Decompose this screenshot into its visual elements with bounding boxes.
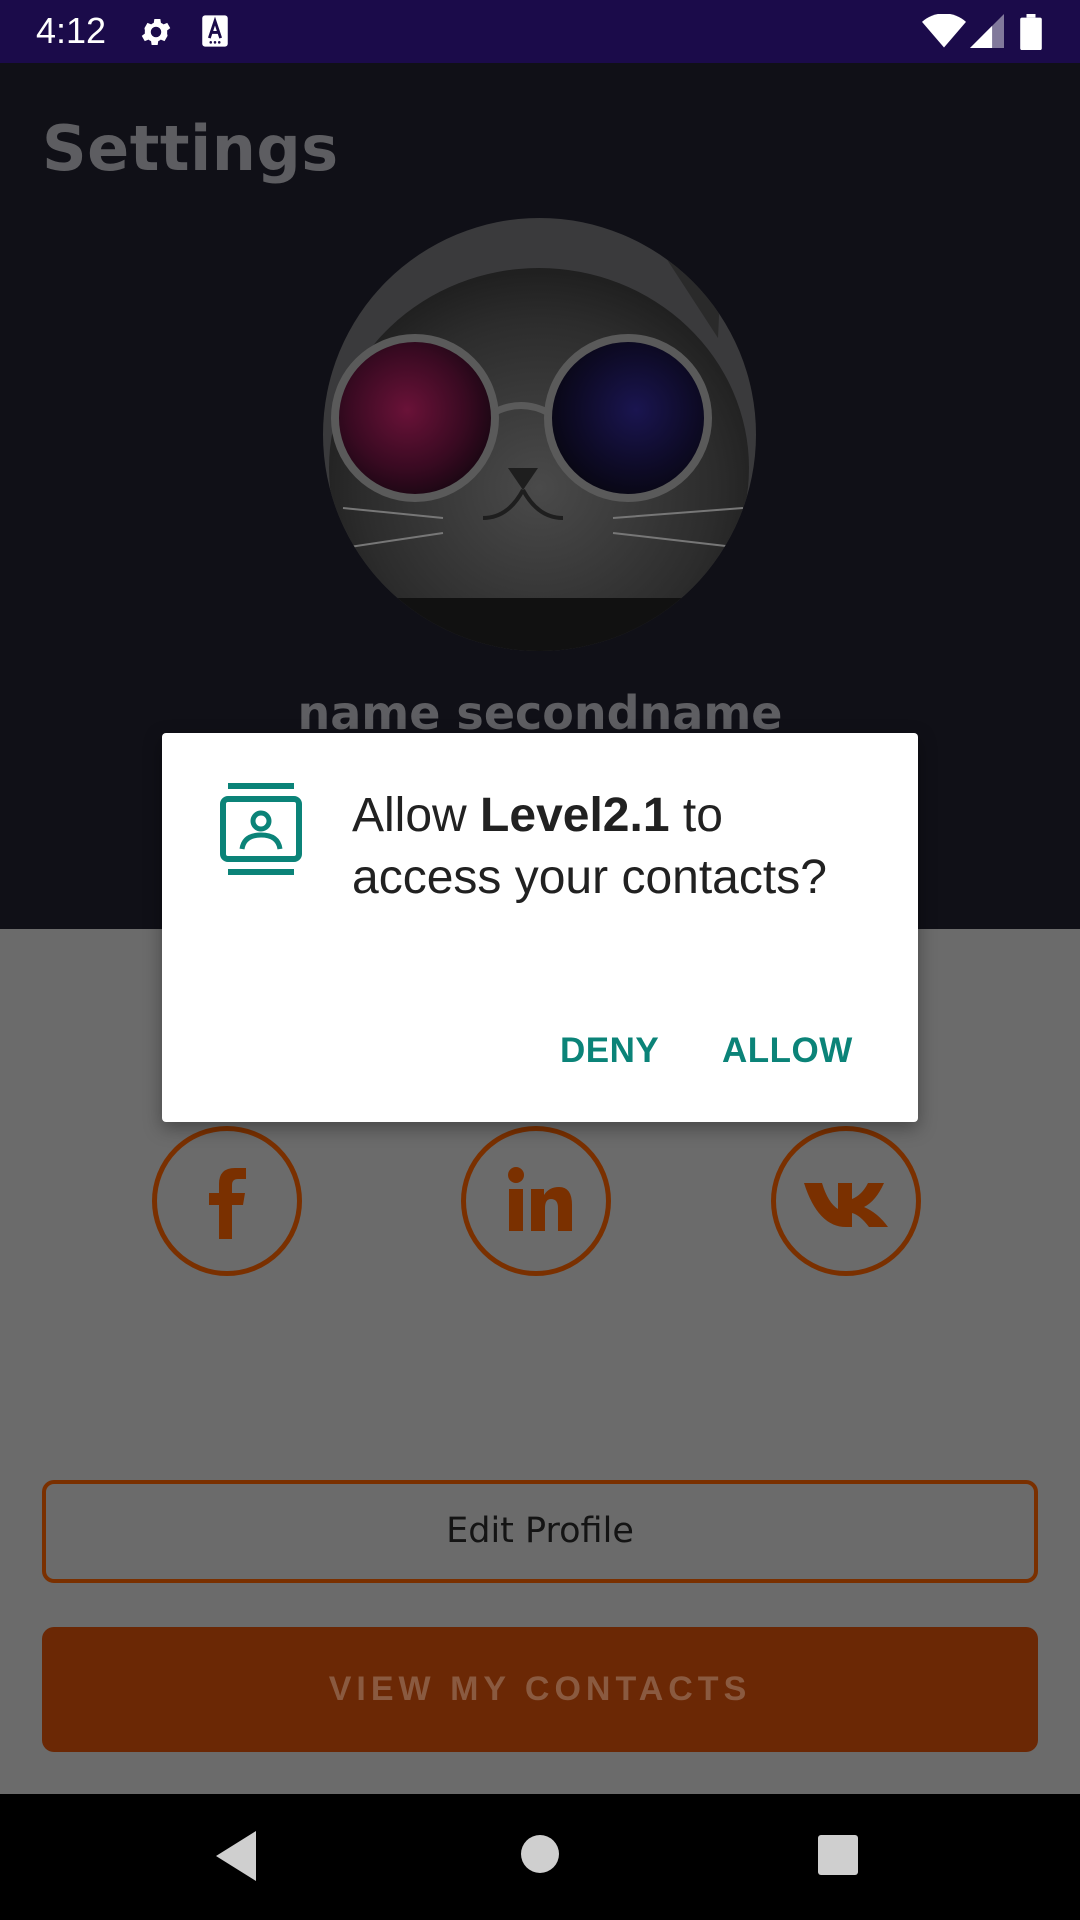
battery-icon: [1020, 14, 1044, 51]
back-icon[interactable]: [212, 1827, 258, 1890]
permission-dialog: Allow Level2.1 to access your contacts? …: [162, 733, 918, 1122]
vk-button[interactable]: [771, 1126, 921, 1276]
navigation-bar: [0, 1794, 1080, 1920]
view-contacts-button[interactable]: VIEW MY CONTACTS: [42, 1627, 1038, 1752]
dialog-message-prefix: Allow: [352, 789, 481, 842]
dialog-message: Allow Level2.1 to access your contacts?: [352, 785, 872, 909]
recents-icon[interactable]: [817, 1834, 859, 1881]
avatar[interactable]: [323, 218, 756, 651]
contacts-icon: [220, 783, 302, 875]
status-bar: 4:12: [0, 0, 1080, 63]
linkedin-icon: [508, 1167, 572, 1231]
home-icon[interactable]: [519, 1833, 561, 1880]
text-a-icon: [200, 14, 236, 50]
linkedin-button[interactable]: [461, 1126, 611, 1276]
edit-profile-button[interactable]: Edit Profile: [42, 1480, 1038, 1583]
gear-icon: [138, 14, 174, 50]
cell-signal-icon: [970, 14, 1006, 50]
facebook-icon: [209, 1168, 246, 1239]
screen: 4:12 Settings name secondname Edit Profi…: [0, 0, 1080, 1920]
allow-button[interactable]: ALLOW: [722, 1029, 853, 1073]
status-time: 4:12: [36, 10, 107, 51]
vk-icon: [804, 1183, 888, 1227]
profile-name: name secondname: [297, 686, 783, 740]
page-title: Settings: [42, 112, 339, 185]
wifi-icon: [922, 13, 966, 50]
deny-button[interactable]: DENY: [560, 1029, 659, 1073]
dialog-app-name: Level2.1: [480, 789, 670, 842]
facebook-button[interactable]: [152, 1126, 302, 1276]
